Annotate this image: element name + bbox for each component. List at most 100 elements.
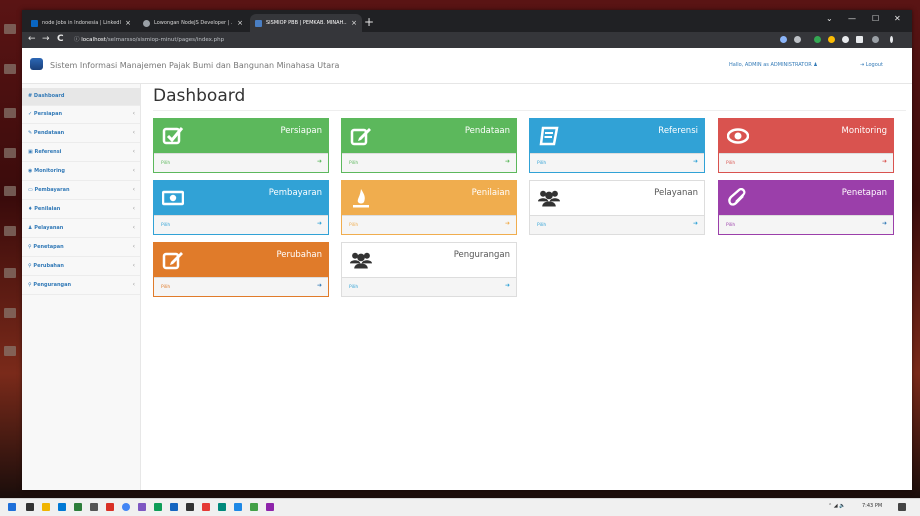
card-referensi[interactable]: Referensi Pilih ➜ [529, 118, 705, 173]
close-window-button[interactable]: ✕ [894, 14, 901, 23]
sidebar-item-dashboard[interactable]: # Dashboard [22, 88, 140, 106]
close-tab-icon[interactable]: × [125, 19, 131, 27]
bookmark-star-icon[interactable] [794, 36, 801, 43]
extensions-puzzle-icon[interactable] [842, 36, 849, 43]
windows-start-icon[interactable] [8, 503, 16, 511]
chevron-left-icon: ‹ [132, 243, 135, 250]
app-icon[interactable] [266, 503, 274, 511]
sidebar-item-monitoring[interactable]: ◉ Monitoring ‹ [22, 163, 140, 181]
app-icon[interactable] [154, 503, 162, 511]
forward-button[interactable]: → [42, 34, 50, 44]
back-button[interactable]: ← [28, 34, 36, 44]
app-icon[interactable] [202, 503, 210, 511]
card-footer[interactable]: Pilih ➜ [530, 215, 704, 234]
card-perubahan[interactable]: Perubahan Pilih ➜ [153, 242, 329, 297]
close-tab-icon[interactable]: × [351, 19, 357, 27]
search-icon[interactable] [26, 503, 34, 511]
card-footer[interactable]: Pilih ➜ [719, 153, 893, 172]
app-icon[interactable] [138, 503, 146, 511]
tab-linkedin[interactable]: node Jobs in Indonesia | LinkedIn × [26, 14, 136, 32]
desktop-icon[interactable] [4, 148, 16, 158]
reload-button[interactable]: C [57, 34, 64, 44]
app-icon[interactable] [218, 503, 226, 511]
address-bar[interactable]: ⓘ localhost/selmarsso/sismiop-minut/page… [74, 35, 224, 45]
desktop-icon[interactable] [4, 24, 16, 34]
card-pengurangan[interactable]: Pengurangan Pilih ➜ [341, 242, 517, 297]
app-icon[interactable] [106, 503, 114, 511]
minimize-button[interactable]: — [848, 14, 856, 23]
card-footer-label: Pilih [537, 161, 547, 166]
app-icon[interactable] [90, 503, 98, 511]
notification-icon[interactable] [898, 503, 906, 511]
card-footer[interactable]: Pilih ➜ [154, 215, 328, 234]
sidebar-item-pembayaran[interactable]: ▭ Pembayaran ‹ [22, 182, 140, 200]
card-footer[interactable]: Pilih ➜ [342, 277, 516, 296]
logout-link[interactable]: ⇥ Logout [860, 62, 883, 68]
card-footer[interactable]: Pilih ➜ [342, 215, 516, 234]
card-footer[interactable]: Pilih ➜ [719, 215, 893, 234]
close-tab-icon[interactable]: × [237, 19, 243, 27]
desktop-icon[interactable] [4, 108, 16, 118]
sidebar-item-pengurangan[interactable]: ⚲ Pengurangan ‹ [22, 277, 140, 295]
card-footer[interactable]: Pilih ➜ [154, 277, 328, 296]
sidebar-item-perubahan[interactable]: ⚲ Perubahan ‹ [22, 258, 140, 276]
card-persiapan[interactable]: Persiapan Pilih ➜ [153, 118, 329, 173]
card-footer[interactable]: Pilih ➜ [342, 153, 516, 172]
sidebar-item-pelayanan[interactable]: ♟ Pelayanan ‹ [22, 220, 140, 238]
desktop-icon[interactable] [4, 226, 16, 236]
site-info-icon[interactable]: ⓘ [74, 37, 80, 43]
chrome-icon[interactable] [122, 503, 130, 511]
arrow-circle-right-icon: ➜ [504, 220, 510, 227]
sidebar-item-label: ♟ Pelayanan [28, 225, 64, 231]
system-tray[interactable]: ⌃ ◢ 🔈 [828, 503, 845, 509]
sidebar-item-pendataan[interactable]: ✎ Pendataan ‹ [22, 125, 140, 143]
menu-kebab-icon[interactable] [890, 36, 893, 43]
maximize-button[interactable]: ☐ [872, 14, 879, 23]
tab-lowongan[interactable]: Lowongan NodeJS Developer | ... × [138, 14, 248, 32]
new-tab-button[interactable]: + [364, 15, 374, 29]
card-penetapan[interactable]: Penetapan Pilih ➜ [718, 180, 894, 235]
tab-search-icon[interactable]: ⌄ [826, 14, 833, 23]
page-title: Dashboard [153, 86, 246, 106]
app-title: Sistem Informasi Manajemen Pajak Bumi da… [50, 61, 340, 70]
card-footer[interactable]: Pilih ➜ [154, 153, 328, 172]
desktop-icon[interactable] [4, 64, 16, 74]
card-footer[interactable]: Pilih ➜ [530, 153, 704, 172]
card-pelayanan[interactable]: Pelayanan Pilih ➜ [529, 180, 705, 235]
user-menu[interactable]: Hallo, ADMIN as ADMINISTRATOR ♟ [729, 62, 818, 68]
app-icon[interactable] [74, 503, 82, 511]
vscode-icon[interactable] [234, 503, 242, 511]
card-pembayaran[interactable]: Pembayaran Pilih ➜ [153, 180, 329, 235]
card-monitoring[interactable]: Monitoring Pilih ➜ [718, 118, 894, 173]
edge-icon[interactable] [58, 503, 66, 511]
profile-avatar[interactable] [872, 36, 879, 43]
card-footer-label: Pilih [349, 223, 359, 228]
desktop-icon[interactable] [4, 346, 16, 356]
card-footer-label: Pilih [726, 223, 736, 228]
sidebar-item-referensi[interactable]: ▣ Referensi ‹ [22, 144, 140, 162]
sidebar-item-penetapan[interactable]: ⚲ Penetapan ‹ [22, 239, 140, 257]
tab-sismiop[interactable]: SISMIOP PBB | PEMKAB. MINAH... × [250, 14, 362, 32]
app-icon[interactable] [186, 503, 194, 511]
extension-icon[interactable] [828, 36, 835, 43]
card-pendataan[interactable]: Pendataan Pilih ➜ [341, 118, 517, 173]
desktop-icon[interactable] [4, 186, 16, 196]
file-explorer-icon[interactable] [42, 503, 50, 511]
chevron-left-icon: ‹ [132, 167, 135, 174]
card-footer-label: Pilih [726, 161, 736, 166]
desktop-icon[interactable] [4, 308, 16, 318]
share-icon[interactable] [780, 36, 787, 43]
card-penilaian[interactable]: Penilaian Pilih ➜ [341, 180, 517, 235]
app-icon[interactable] [170, 503, 178, 511]
fire-icon [353, 189, 369, 208]
sidepanel-icon[interactable] [856, 36, 863, 43]
clock[interactable]: 7:43 PM [862, 503, 882, 509]
arrow-circle-right-icon: ➜ [881, 158, 887, 165]
desktop-icon[interactable] [4, 268, 16, 278]
extension-icon[interactable] [814, 36, 821, 43]
card-heading: Penilaian [342, 181, 516, 215]
sidebar-item-penilaian[interactable]: ♦ Penilaian ‹ [22, 201, 140, 219]
sidebar-item-persiapan[interactable]: ✓ Persiapan ‹ [22, 106, 140, 124]
app-icon[interactable] [250, 503, 258, 511]
card-heading: Pelayanan [530, 181, 704, 215]
